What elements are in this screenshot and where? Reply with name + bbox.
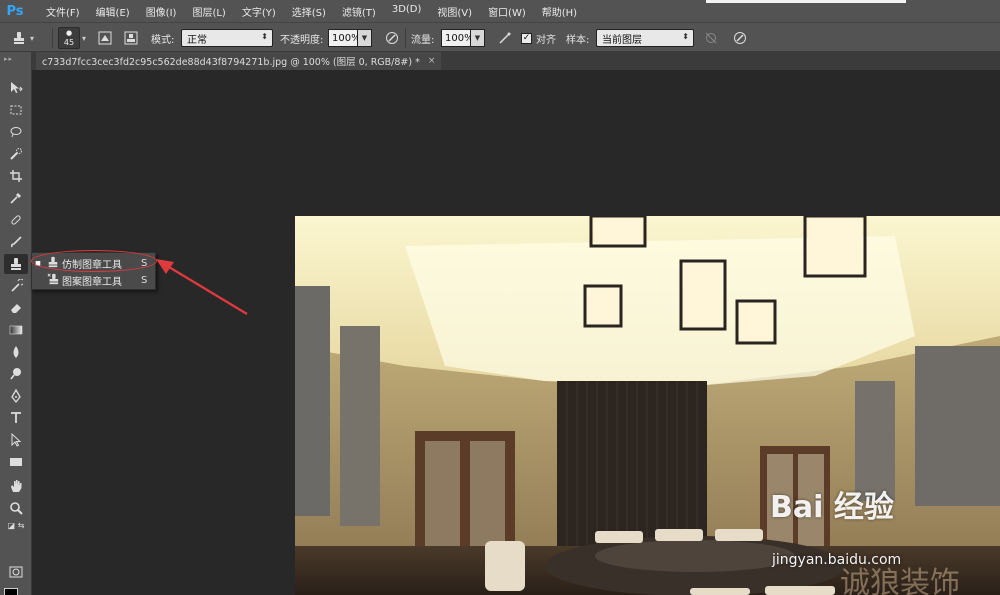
photoshop-logo[interactable]: Ps [0,0,30,22]
chevron-down-icon: ▾ [30,33,35,43]
toggle-brush-panel-button[interactable] [96,23,114,53]
eraser-tool-icon[interactable] [4,298,28,318]
menu-select[interactable]: 选择(S) [284,4,334,19]
menu-window[interactable]: 窗口(W) [480,4,534,19]
watermark-brand: 诚狼装饰 [840,566,960,595]
pressure-size-button[interactable] [731,23,749,53]
align-checkbox-group[interactable]: ✓ 对齐 [521,23,556,53]
ignore-adjustment-layers-button[interactable] [702,23,720,53]
sample-value: 当前图层 [602,34,642,46]
mode-dropdown[interactable]: 正常 ⬍ [181,29,273,47]
zoom-tool-icon[interactable] [4,498,28,518]
crop-tool-icon[interactable] [4,166,28,186]
options-bar: ▾ ● 45 ▾ 模式: 正常 ⬍ 不透明度: 100% ▼ 流量: 100% … [0,22,1000,52]
menu-filter[interactable]: 滤镜(T) [334,4,384,19]
flow-label: 流量: [411,34,435,46]
close-icon[interactable]: × [428,56,436,66]
document-tab-bar: c733d7fcc3cec3fd2c95c562de88d43f8794271b… [32,52,1000,70]
eyedropper-tool-icon[interactable] [4,188,28,208]
annotation-ellipse [31,250,157,272]
clone-stamp-icon [10,29,28,47]
menu-bar: Ps 文件(F) 编辑(E) 图像(I) 图层(L) 文字(Y) 选择(S) 滤… [0,0,1000,22]
menu-edit[interactable]: 编辑(E) [88,4,138,19]
history-brush-tool-icon[interactable] [4,276,28,296]
search-field[interactable] [706,0,906,3]
menu-view[interactable]: 视图(V) [429,4,480,19]
lasso-tool-icon[interactable] [4,122,28,142]
opacity-label: 不透明度: [280,34,324,46]
align-label: 对齐 [536,34,556,46]
flyout-item-pattern-stamp[interactable]: 图案图章工具 S [32,272,155,289]
airbrush-button[interactable] [496,23,514,53]
divider [405,28,406,48]
airbrush-icon [496,29,514,47]
flow-input[interactable]: 100% [441,29,474,47]
swap-colors-icon[interactable]: ◪ ⇆ [4,518,28,532]
pattern-stamp-icon [44,273,62,288]
brush-size-value: 45 [63,38,75,47]
quick-mask-icon[interactable] [4,562,28,582]
menu-image[interactable]: 图像(I) [138,4,185,19]
menu-type[interactable]: 文字(Y) [234,4,284,19]
clone-stamp-tool-icon[interactable] [4,254,28,274]
sample-label: 样本: [566,34,590,46]
brush-size-picker[interactable]: ● 45 [58,27,80,49]
divider [52,28,53,48]
flow-slider-button[interactable]: ▼ [471,29,485,47]
brush-panel-icon [96,29,114,47]
pen-pressure-icon [383,29,401,47]
updown-arrow-icon: ⬍ [682,32,689,41]
opacity-slider-button[interactable]: ▼ [358,29,372,47]
foreground-color-swatch[interactable] [4,588,18,595]
hand-tool-icon[interactable] [4,476,28,496]
chevron-down-icon: ▾ [82,33,87,43]
document-tab[interactable]: c733d7fcc3cec3fd2c95c562de88d43f8794271b… [36,52,442,70]
document-tab-title: c733d7fcc3cec3fd2c95c562de88d43f8794271b… [42,57,420,68]
brush-tool-icon[interactable] [4,232,28,252]
flyout-item-label: 图案图章工具 [62,277,122,288]
quick-selection-tool-icon[interactable] [4,144,28,164]
menu-help[interactable]: 帮助(H) [534,4,585,19]
baidu-watermark: Bai 经验 jingyan.baidu.com 诚狼装饰 [770,482,990,595]
mode-label: 模式: [151,34,175,46]
menu-file[interactable]: 文件(F) [38,4,88,19]
pressure-opacity-button[interactable] [383,23,401,53]
brush-dot-icon: ● [65,29,73,37]
align-checkbox[interactable]: ✓ [521,32,532,44]
menu-items: 文件(F) 编辑(E) 图像(I) 图层(L) 文字(Y) 选择(S) 滤镜(T… [38,4,585,19]
mode-value: 正常 [187,34,207,46]
menu-3d[interactable]: 3D(D) [384,4,430,19]
baidu-jingyan-logo: Bai 经验 [770,490,894,525]
tool-preset-picker[interactable]: ▾ [10,23,34,53]
marquee-tool-icon[interactable] [4,100,28,120]
healing-brush-tool-icon[interactable] [4,210,28,230]
brush-preset[interactable]: ● 45 ▾ [58,23,86,53]
path-selection-tool-icon[interactable] [4,430,28,450]
type-tool-icon[interactable] [4,408,28,428]
toolbox: ▸▸ ◪ ⇆ [0,52,32,595]
gradient-tool-icon[interactable] [4,320,28,340]
menu-layer[interactable]: 图层(L) [184,4,233,19]
toolbox-collapse-icon[interactable]: ▸▸ [4,55,26,63]
toggle-clone-source-button[interactable] [122,23,140,53]
dodge-tool-icon[interactable] [4,364,28,384]
updown-arrow-icon: ⬍ [261,32,268,41]
opacity-input[interactable]: 100% [328,29,361,47]
blur-tool-icon[interactable] [4,342,28,362]
ignore-adjustments-icon [702,29,720,47]
pen-pressure-size-icon [731,29,749,47]
annotation-arrow [156,259,248,315]
clone-source-icon [122,29,140,47]
pen-tool-icon[interactable] [4,386,28,406]
rectangle-tool-icon[interactable] [4,452,28,472]
sample-dropdown[interactable]: 当前图层 ⬍ [596,29,694,47]
move-tool-icon[interactable] [4,78,28,98]
